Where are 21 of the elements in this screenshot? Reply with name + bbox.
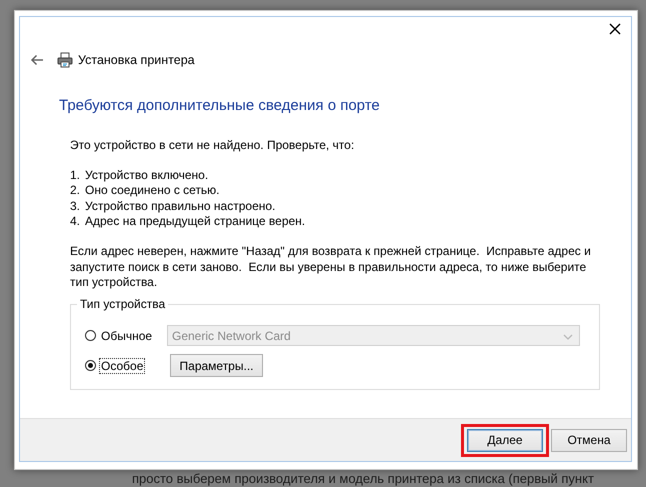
message-text: Это устройство в сети не найдено. Проверьте, что:	[70, 138, 356, 153]
close-icon	[609, 23, 621, 35]
list-item-text: Устройство правильно настроено.	[85, 198, 276, 213]
window-title: Установка принтера	[78, 53, 195, 67]
list-number: 1.	[70, 168, 82, 184]
back-arrow-icon[interactable]	[30, 54, 44, 66]
list-number: 2.	[70, 183, 82, 199]
instruction-text: Если адрес неверен, нажмите "Назад" для возврата к прежней странице. Исправьте адрес и запустите поиск в сети заново. Если вы уверены в правильности адреса, то ниже выберите тип устройства.	[70, 244, 592, 291]
group-label: Тип устройства	[77, 296, 168, 311]
article-text: просто выберем производителя и модель принтера из списка (первый пункт	[132, 471, 594, 486]
dialog-button[interactable]: Далее	[467, 428, 543, 452]
printer-icon	[57, 52, 73, 68]
list-item-text: Оно соединено с сетью.	[85, 183, 220, 198]
list-item-text: Адрес на предыдущей странице верен.	[85, 214, 306, 228]
page-heading: Требуются дополнительные сведения о порте	[59, 96, 381, 116]
list-number: 3.	[70, 198, 82, 214]
dialog-button[interactable]: Отмена	[551, 428, 627, 452]
radio-button[interactable]	[85, 360, 96, 372]
list-number: 4.	[70, 214, 82, 230]
settings-button[interactable]: Параметры...	[170, 354, 263, 378]
list-item-text: Устройство включено.	[85, 168, 208, 182]
